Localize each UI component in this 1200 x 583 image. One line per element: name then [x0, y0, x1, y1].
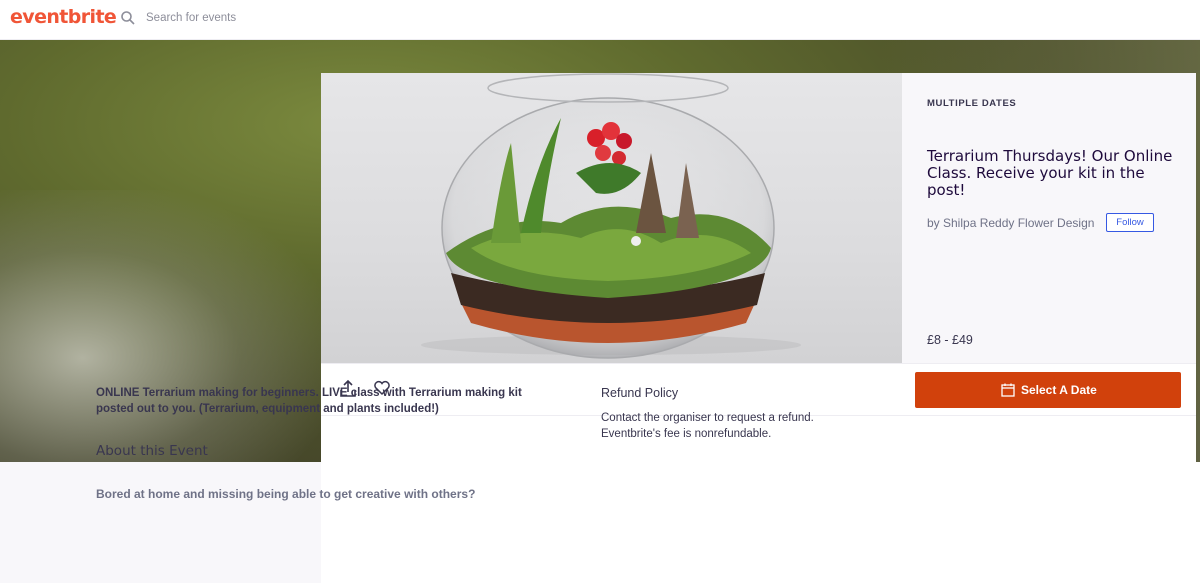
organizer-name[interactable]: by Shilpa Reddy Flower Design [927, 216, 1094, 230]
event-info-panel: MULTIPLE DATES Terrarium Thursdays! Our … [902, 73, 1196, 363]
multiple-dates-label: MULTIPLE DATES [927, 98, 1017, 109]
search-bar[interactable] [120, 8, 420, 30]
price-range: £8 - £49 [927, 333, 973, 347]
top-nav: eventbrite [0, 0, 1200, 40]
event-card: MULTIPLE DATES Terrarium Thursdays! Our … [321, 73, 1196, 583]
event-summary: ONLINE Terrarium making for beginners. L… [96, 387, 522, 415]
about-heading: About this Event [96, 443, 208, 459]
scrollbar-track[interactable] [1190, 462, 1200, 583]
event-image [321, 73, 902, 363]
refund-policy-heading: Refund Policy [601, 386, 679, 400]
about-text: Bored at home and missing being able to … [96, 487, 476, 501]
select-date-label: Select A Date [1021, 383, 1097, 397]
calendar-icon [1001, 383, 1015, 397]
refund-policy-text: Contact the organiser to request a refun… [601, 412, 814, 440]
select-date-button[interactable]: Select A Date [915, 372, 1181, 408]
eventbrite-logo[interactable]: eventbrite [10, 6, 117, 28]
search-input[interactable] [146, 8, 406, 28]
search-icon [121, 11, 135, 25]
follow-button[interactable]: Follow [1106, 213, 1154, 232]
event-title: Terrarium Thursdays! Our Online Class. R… [927, 147, 1173, 199]
